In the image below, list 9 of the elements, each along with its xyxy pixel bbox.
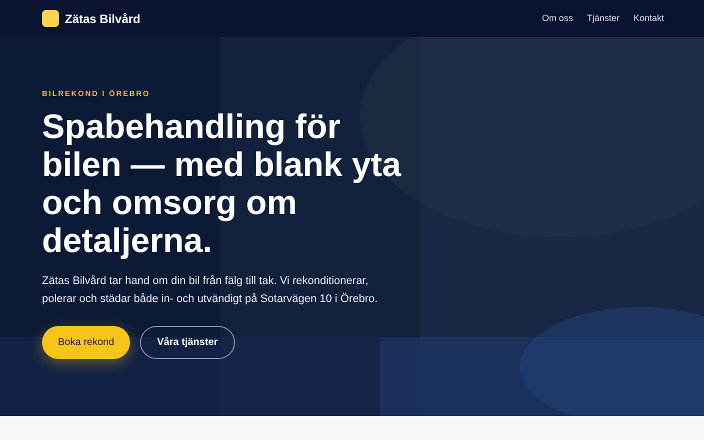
nav-link[interactable]: Kontakt [633,12,664,26]
nav-link[interactable]: Tjänster [586,12,620,26]
book-button[interactable]: Boka rekond [42,326,130,358]
hero-heading: Spabehandling för bilen — med blank yta och omsorg om detaljerna. [42,108,402,260]
logo-text[interactable]: Zätas Bilvård [65,10,140,28]
nav-link[interactable]: Om oss [542,12,573,26]
services-button[interactable]: Våra tjänster [140,326,235,358]
logo-icon [42,10,59,27]
hero-description: Zätas Bilvård tar hand om din bil från fälg till tak. Vi rekonditionerar, polerar och städar både in- och utvändigt på Sotarvägen 10 i Örebro. [42,274,379,306]
